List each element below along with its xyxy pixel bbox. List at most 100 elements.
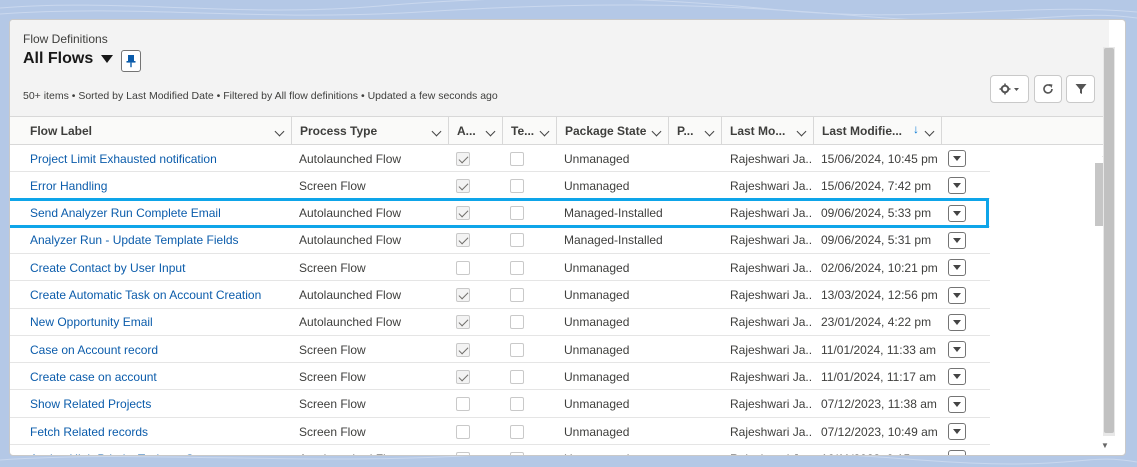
last-modified-date-cell: 13/03/2024, 12:56 pm [821, 288, 938, 302]
flow-label-link[interactable]: Analyzer Run - Update Template Fields [30, 227, 292, 254]
package-state-cell: Unmanaged [564, 397, 630, 412]
template-checkbox-cell [510, 336, 534, 363]
flow-label-link[interactable]: Fetch Related records [30, 418, 292, 445]
row-action-menu-button[interactable] [948, 395, 966, 413]
row-action-cell [948, 200, 968, 227]
last-modified-date-cell: 07/12/2023, 10:49 am [821, 424, 938, 439]
table-body: Project Limit Exhausted notification Aut… [10, 145, 990, 455]
table-row[interactable]: Create case on account Screen Flow Unman… [10, 363, 990, 391]
active-checkbox [456, 342, 470, 357]
table-row[interactable]: Analyzer Run - Update Template Fields Au… [10, 227, 990, 254]
flow-label-link[interactable]: New Opportunity Email [30, 309, 292, 336]
process-type-cell: Autolaunched Flow [299, 288, 402, 302]
refresh-button[interactable] [1034, 75, 1062, 103]
last-modified-by-cell: Rajeshwari Ja... [730, 424, 812, 439]
table-row[interactable]: Create Automatic Task on Account Creatio… [10, 282, 990, 309]
table-row[interactable]: Show Related Projects Screen Flow Unmana… [10, 391, 990, 418]
column-header-last-modified-date[interactable]: Last Modifie... ↓ [814, 117, 942, 145]
row-action-menu-button[interactable] [948, 423, 966, 440]
chevron-down-icon[interactable] [924, 126, 935, 137]
column-header-last-modified-by[interactable]: Last Mo... [722, 117, 814, 145]
package-state-cell: Unmanaged [564, 342, 630, 357]
chevron-down-icon[interactable] [704, 126, 715, 137]
table-row[interactable]: Create Contact by User Input Screen Flow… [10, 254, 990, 282]
column-header-process-type[interactable]: Process Type [292, 117, 449, 145]
flow-label-link[interactable]: Assign High Priority Tasks to Queue [30, 445, 292, 455]
table-row[interactable]: New Opportunity Email Autolaunched Flow … [10, 309, 990, 336]
row-action-menu-button[interactable] [948, 450, 966, 455]
row-action-menu-button[interactable] [948, 259, 966, 277]
active-checkbox-cell [456, 227, 480, 254]
list-view-controls-button[interactable] [990, 75, 1029, 103]
flow-label-link[interactable]: Create case on account [30, 363, 292, 390]
package-state-cell: Managed-Installed [564, 206, 663, 221]
row-action-cell [948, 363, 968, 390]
filter-button[interactable] [1066, 75, 1095, 103]
process-type-cell: Autolaunched Flow [299, 315, 402, 330]
row-action-cell [948, 227, 968, 254]
package-state-cell: Unmanaged [564, 315, 630, 330]
flow-label-link[interactable]: Create Automatic Task on Account Creatio… [30, 282, 292, 309]
column-header-active[interactable]: A... [449, 117, 503, 145]
last-modified-by-cell: Rajeshwari Ja... [730, 288, 812, 302]
page-scrollbar-thumb[interactable] [1104, 48, 1114, 433]
table-row[interactable]: Case on Account record Screen Flow Unman… [10, 336, 990, 364]
chevron-down-icon[interactable] [796, 126, 807, 137]
flow-label-link[interactable]: Error Handling [30, 172, 292, 199]
process-type-cell: Autolaunched Flow [299, 151, 402, 166]
row-action-menu-button[interactable] [948, 177, 966, 195]
column-header-package-state[interactable]: Package State [557, 117, 669, 145]
chevron-down-icon[interactable] [539, 126, 550, 137]
table-row[interactable]: Assign High Priority Tasks to Queue Auto… [10, 445, 990, 455]
pin-button[interactable] [121, 50, 141, 72]
table-row[interactable]: Error Handling Screen Flow Unmanaged Raj… [10, 172, 990, 200]
row-action-cell [948, 145, 968, 172]
list-view-panel: Flow Definitions All Flows 50+ items • S… [9, 19, 1126, 456]
row-action-menu-button[interactable] [948, 231, 966, 249]
package-state-cell: Unmanaged [564, 151, 630, 166]
table-row[interactable]: Fetch Related records Screen Flow Unmana… [10, 418, 990, 445]
chevron-down-icon[interactable] [431, 126, 442, 137]
chevron-down-icon[interactable] [485, 126, 496, 137]
list-view-header: Flow Definitions All Flows 50+ items • S… [10, 20, 1109, 117]
last-modified-date-cell: 11/01/2024, 11:33 am [821, 342, 936, 357]
template-checkbox [510, 369, 524, 384]
active-checkbox [456, 206, 470, 221]
row-action-menu-button[interactable] [948, 204, 966, 222]
chevron-down-icon[interactable] [651, 126, 662, 137]
table-header: Flow Label Process Type A... Te... Packa… [10, 117, 1109, 145]
template-checkbox-cell [510, 200, 534, 227]
column-header-p[interactable]: P... [669, 117, 722, 145]
row-action-menu-button[interactable] [948, 150, 966, 167]
chevron-down-icon[interactable] [274, 126, 285, 137]
package-state-cell: Unmanaged [564, 260, 630, 275]
column-header-template[interactable]: Te... [503, 117, 557, 145]
list-view-selector[interactable]: All Flows [23, 50, 114, 68]
flow-label-link[interactable]: Case on Account record [30, 336, 292, 363]
template-checkbox [510, 288, 524, 302]
gear-icon [999, 83, 1019, 95]
flow-label-link[interactable]: Show Related Projects [30, 391, 292, 418]
active-checkbox [456, 397, 470, 412]
scroll-down-arrow-icon[interactable]: ▼ [1101, 441, 1109, 450]
flow-label-link[interactable]: Send Analyzer Run Complete Email [30, 200, 292, 227]
row-action-menu-button[interactable] [948, 368, 966, 386]
row-action-menu-button[interactable] [948, 341, 966, 359]
template-checkbox [510, 397, 524, 412]
template-checkbox [510, 451, 524, 455]
last-modified-by-cell: Rajeshwari Ja... [730, 233, 812, 248]
object-label: Flow Definitions [23, 32, 108, 46]
flow-label-link[interactable]: Create Contact by User Input [30, 254, 292, 281]
process-type-cell: Screen Flow [299, 260, 366, 275]
row-action-cell [948, 336, 968, 363]
column-header-flow-label[interactable]: Flow Label [10, 117, 292, 145]
row-action-menu-button[interactable] [948, 286, 966, 304]
table-row[interactable]: Project Limit Exhausted notification Aut… [10, 145, 990, 172]
table-row[interactable]: Send Analyzer Run Complete Email Autolau… [10, 200, 990, 227]
row-action-cell [948, 172, 968, 199]
row-action-menu-button[interactable] [948, 313, 966, 331]
row-action-cell [948, 445, 968, 455]
last-modified-by-cell: Rajeshwari Ja... [730, 369, 812, 384]
flow-label-link[interactable]: Project Limit Exhausted notification [30, 145, 292, 172]
active-checkbox [456, 260, 470, 275]
